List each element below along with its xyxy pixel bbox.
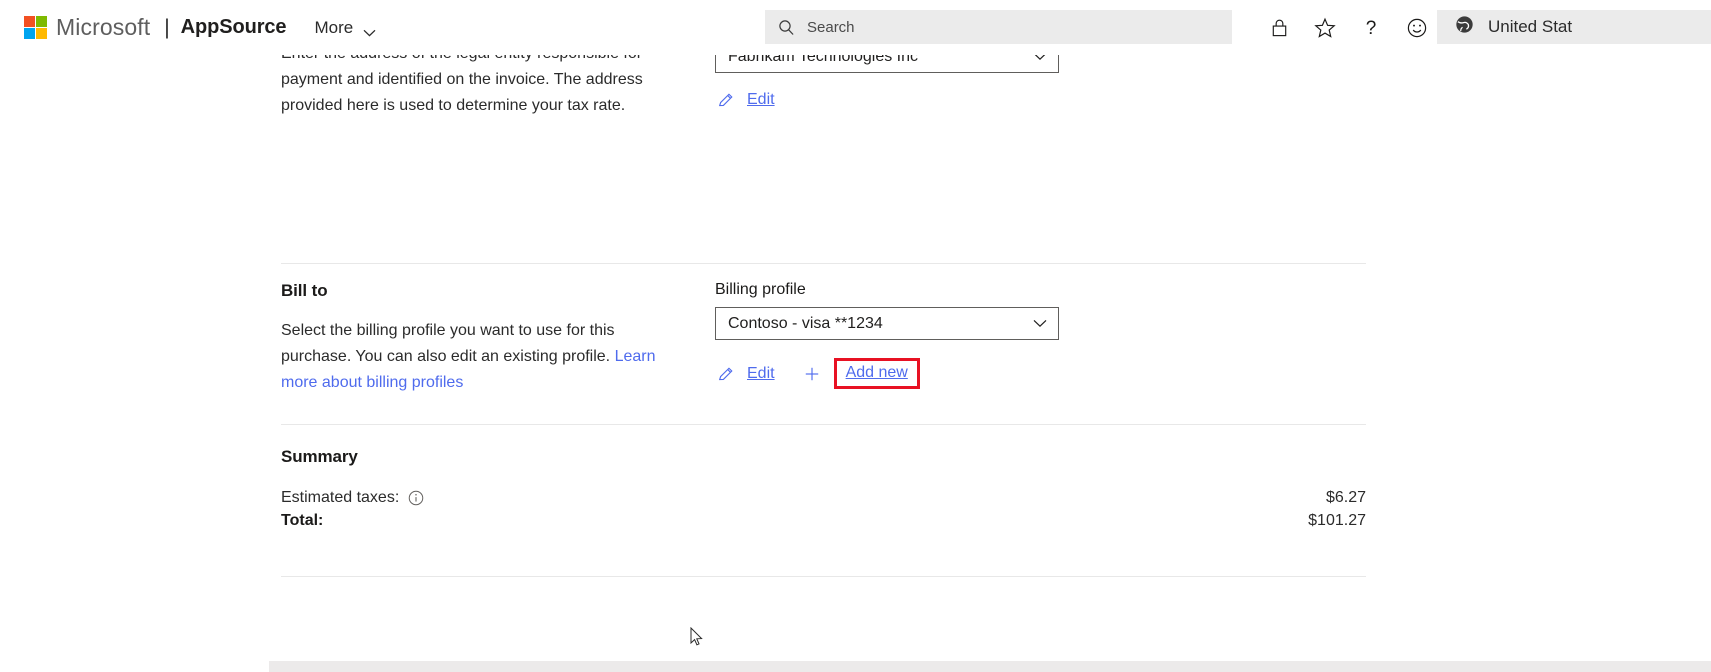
summary-section: Summary — [281, 447, 1366, 467]
sold-to-description-line3: provided here is used to determine your … — [281, 97, 626, 114]
billing-profile-edit-label: Edit — [747, 364, 775, 382]
brand-divider: | — [164, 15, 170, 39]
billing-profile-label: Billing profile — [715, 281, 806, 298]
chevron-down-icon — [1033, 315, 1047, 333]
info-icon[interactable] — [408, 490, 424, 506]
region-label: United Stat — [1488, 17, 1573, 36]
billing-profile-select[interactable]: Contoso - visa **1234 — [715, 307, 1059, 340]
sold-to-field-group: Fabrikam Technologies Inc Edit — [715, 55, 1059, 109]
search-icon — [765, 19, 807, 36]
sold-to-select[interactable]: Fabrikam Technologies Inc — [715, 55, 1059, 73]
microsoft-logo-icon — [24, 16, 47, 39]
sold-to-edit-label: Edit — [747, 91, 775, 108]
bill-to-description-text: Select the billing profile you want to u… — [281, 322, 615, 365]
bill-to-description: Select the billing profile you want to u… — [281, 318, 666, 396]
summary-row-estimated-taxes: Estimated taxes: $6.27 — [281, 489, 1366, 507]
summary-heading: Summary — [281, 447, 358, 466]
pencil-icon — [715, 91, 737, 109]
pencil-icon — [715, 365, 737, 383]
star-icon[interactable] — [1302, 5, 1348, 51]
appsource-title[interactable]: AppSource — [181, 16, 287, 39]
estimated-taxes-label: Estimated taxes: — [281, 489, 400, 506]
billing-profile-add-new-link[interactable]: Add new — [846, 364, 908, 382]
svg-text:?: ? — [1366, 18, 1377, 39]
chevron-down-icon — [1033, 55, 1047, 66]
microsoft-brand-link[interactable]: Microsoft — [24, 0, 150, 55]
add-new-highlight: Add new — [833, 358, 920, 389]
summary-row-total: Total: $101.27 — [281, 512, 1366, 530]
mouse-cursor — [690, 626, 704, 647]
bill-to-heading: Bill to — [281, 281, 328, 300]
search-input[interactable]: Search — [807, 19, 855, 36]
bill-to-right-column: Billing profile Contoso - visa **1234 Ed… — [715, 281, 1155, 389]
sold-to-edit-link[interactable]: Edit — [715, 91, 775, 109]
section-divider-summary — [281, 424, 1366, 425]
header-icon-group: ? — [1256, 0, 1440, 55]
microsoft-wordmark: Microsoft — [56, 14, 151, 40]
sold-to-actions: Edit — [715, 91, 1059, 109]
feedback-icon[interactable] — [1394, 5, 1440, 51]
help-icon[interactable]: ? — [1348, 5, 1394, 51]
estimated-taxes-value: $6.27 — [1325, 489, 1366, 506]
footer-strip — [269, 661, 1711, 672]
site-header: Microsoft | AppSource More Search ? Unit… — [0, 0, 1711, 55]
billing-profile-select-value: Contoso - visa **1234 — [728, 314, 883, 332]
billing-profile-actions: Edit Add new — [715, 358, 1155, 389]
plus-icon — [803, 366, 821, 382]
more-menu[interactable]: More — [314, 18, 376, 38]
sold-to-description-line2: payment and identified on the invoice. T… — [281, 71, 643, 88]
total-value: $101.27 — [1308, 512, 1366, 529]
globe-icon — [1455, 15, 1474, 39]
chevron-down-icon — [363, 24, 376, 37]
total-label: Total: — [281, 512, 324, 529]
region-selector[interactable]: United Stat — [1437, 10, 1711, 44]
section-divider-bill-to — [281, 263, 1366, 264]
sold-to-select-value: Fabrikam Technologies Inc — [728, 55, 919, 65]
bill-to-left-column: Bill to Select the billing profile you w… — [281, 281, 666, 396]
estimated-taxes-label-group: Estimated taxes: — [281, 489, 424, 507]
billing-profile-edit-link[interactable]: Edit — [715, 365, 775, 383]
page-content: Enter the address of the legal entity re… — [0, 55, 1711, 672]
lock-icon[interactable] — [1256, 5, 1302, 51]
bill-to-section: Bill to Select the billing profile you w… — [281, 281, 1366, 396]
more-menu-label: More — [314, 17, 354, 37]
section-divider-footer — [281, 576, 1366, 577]
search-box[interactable]: Search — [765, 10, 1232, 44]
sold-to-description-line1: Enter the address of the legal entity re… — [281, 55, 671, 67]
